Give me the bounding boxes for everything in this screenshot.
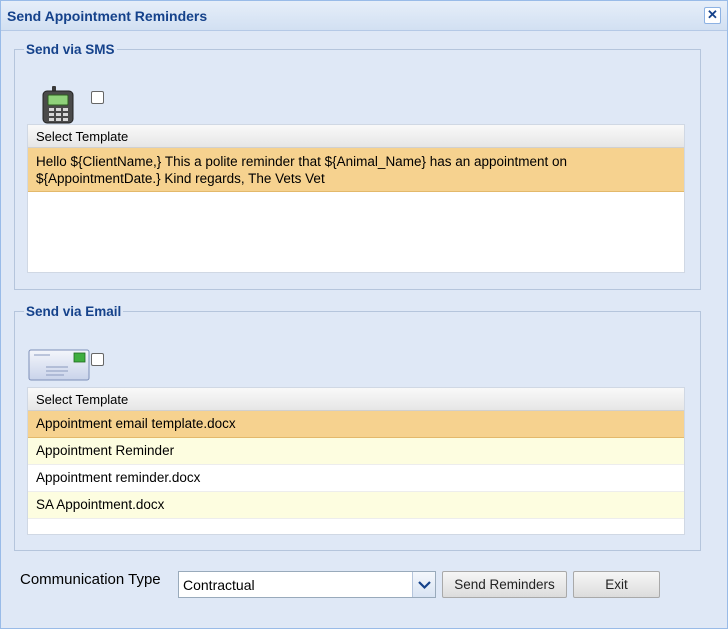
- email-template-row[interactable]: SA Appointment.docx: [28, 492, 684, 519]
- sms-grid-header[interactable]: Select Template: [28, 125, 684, 148]
- email-legend: Send via Email: [26, 304, 122, 319]
- sms-legend: Send via SMS: [26, 42, 115, 57]
- sms-checkbox[interactable]: [91, 91, 104, 104]
- communication-type-select[interactable]: Contractual: [178, 571, 436, 598]
- email-template-row[interactable]: Appointment Reminder: [28, 438, 684, 465]
- email-section: Send via Email Select Template Appointme…: [14, 304, 701, 551]
- envelope-icon: [28, 349, 90, 381]
- sms-template-grid: Select Template Hello ${ClientName,} Thi…: [27, 124, 685, 273]
- communication-type-label: Communication Type: [20, 571, 161, 588]
- email-template-row[interactable]: Appointment reminder.docx: [28, 465, 684, 492]
- sms-template-row[interactable]: Hello ${ClientName,} This a polite remin…: [28, 148, 684, 192]
- email-checkbox[interactable]: [91, 353, 104, 366]
- dialog-title: Send Appointment Reminders: [7, 8, 208, 24]
- close-icon: ✕: [707, 7, 718, 22]
- close-button[interactable]: ✕: [704, 7, 721, 24]
- send-reminders-button[interactable]: Send Reminders: [442, 571, 567, 598]
- exit-button[interactable]: Exit: [573, 571, 660, 598]
- email-grid-header[interactable]: Select Template: [28, 388, 684, 411]
- send-reminders-dialog: Send Appointment Reminders ✕ Send via SM…: [0, 0, 728, 629]
- dialog-titlebar: Send Appointment Reminders ✕: [1, 1, 727, 31]
- dropdown-trigger[interactable]: [412, 572, 435, 597]
- email-template-row[interactable]: Appointment email template.docx: [28, 411, 684, 438]
- email-template-grid: Select Template Appointment email templa…: [27, 387, 685, 535]
- communication-type-value: Contractual: [183, 577, 255, 593]
- sms-section: Send via SMS Select Template Hello ${Cli…: [14, 42, 701, 290]
- chevron-down-icon: [418, 581, 431, 590]
- mobile-phone-icon: [41, 86, 75, 124]
